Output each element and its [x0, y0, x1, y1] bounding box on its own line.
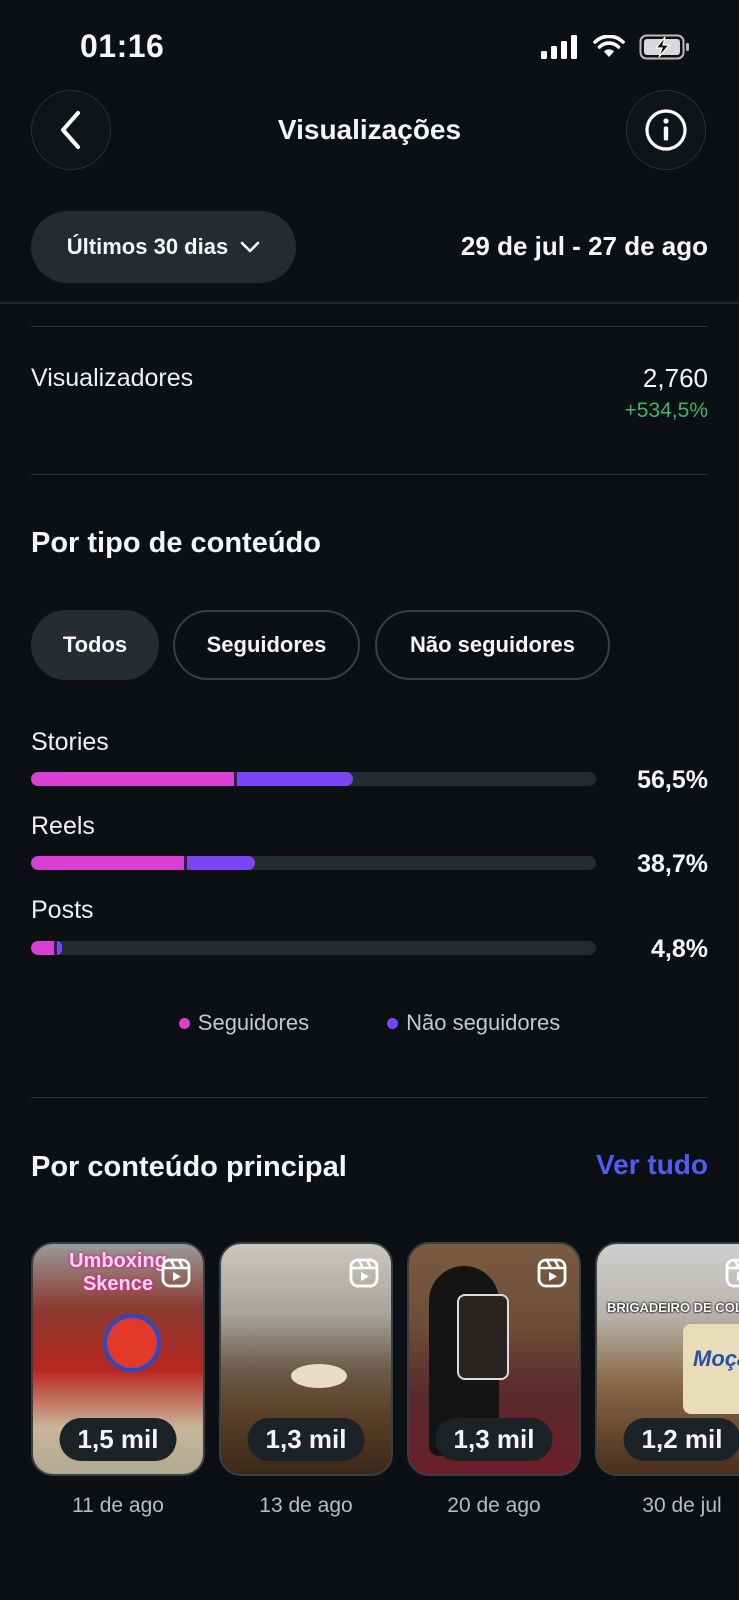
bar-segment-followers	[31, 941, 54, 955]
divider	[31, 474, 708, 475]
content-date: 30 de jul	[642, 1494, 722, 1517]
divider	[31, 1097, 708, 1098]
views-badge: 1,5 mil	[59, 1418, 177, 1461]
bar-label-posts: Posts	[31, 896, 94, 924]
bar-percent-posts: 4,8%	[651, 935, 708, 963]
bar-segment-followers	[31, 772, 234, 786]
header-divider	[0, 302, 739, 304]
bar-reels	[31, 856, 596, 870]
legend-label: Seguidores	[197, 1010, 310, 1035]
content-type-title: Por tipo de conteúdo	[31, 527, 321, 559]
legend: Seguidores Não seguidores	[0, 1010, 739, 1036]
see-all-link[interactable]: Ver tudo	[596, 1149, 708, 1181]
bar-segment-non-followers	[57, 941, 62, 955]
bar-segment-non-followers	[187, 856, 255, 870]
chip-todos[interactable]: Todos	[31, 610, 159, 680]
chip-seguidores[interactable]: Seguidores	[173, 610, 360, 680]
thumbnail-overlay-text-2: Moça	[693, 1346, 739, 1371]
content-date: 13 de ago	[259, 1494, 353, 1517]
legend-dot	[387, 1017, 399, 1029]
thumbnail-decoration	[103, 1314, 161, 1372]
thumbnail-overlay-text: BRIGADEIRO DE COLH	[607, 1300, 739, 1315]
viewers-change: +534,5%	[624, 399, 709, 422]
reel-icon	[725, 1258, 739, 1288]
info-button[interactable]	[626, 90, 706, 170]
chip-nao-seguidores[interactable]: Não seguidores	[375, 610, 610, 680]
date-range-text: 29 de jul - 27 de ago	[460, 231, 708, 261]
viewers-label: Visualizadores	[31, 364, 194, 392]
bar-percent-reels: 38,7%	[637, 850, 708, 878]
thumbnail-clip: BRIGADEIRO DE COLH Moça 1,2 mil	[595, 1242, 739, 1476]
bar-segment-non-followers	[237, 772, 353, 786]
date-clip: 30 de jul	[595, 1494, 739, 1524]
legend-label: Não seguidores	[406, 1010, 561, 1035]
reel-icon	[537, 1258, 567, 1288]
views-badge: 1,3 mil	[247, 1418, 365, 1461]
views-badge: 1,3 mil	[435, 1418, 553, 1461]
legend-item-non-followers: Não seguidores	[387, 1010, 560, 1036]
battery-charging-icon	[639, 34, 689, 60]
date-range-dropdown-label: Últimos 30 dias	[66, 234, 229, 259]
status-time: 01:16	[80, 28, 165, 64]
reel-icon	[161, 1258, 191, 1288]
date-range-dropdown[interactable]: Últimos 30 dias	[31, 211, 296, 283]
divider	[31, 326, 708, 327]
bar-label-reels: Reels	[31, 812, 95, 840]
content-thumbnail[interactable]: BRIGADEIRO DE COLH Moça 1,2 mil	[595, 1242, 739, 1476]
info-icon	[645, 109, 687, 151]
legend-dot	[178, 1017, 190, 1029]
chevron-down-icon	[240, 241, 260, 253]
status-icons	[541, 34, 691, 60]
bar-posts	[31, 941, 596, 955]
content-thumbnail[interactable]: 1,3 mil	[407, 1242, 581, 1476]
thumbnail-decoration	[291, 1364, 347, 1388]
legend-item-followers: Seguidores	[178, 1010, 310, 1036]
content-date: 11 de ago	[72, 1494, 164, 1517]
bar-label-stories: Stories	[31, 728, 109, 756]
viewers-value: 2,760	[642, 363, 708, 393]
content-thumbnail[interactable]: Umboxing Skence 1,5 mil	[31, 1242, 205, 1476]
reel-icon	[349, 1258, 379, 1288]
bar-segment-followers	[31, 856, 184, 870]
wifi-icon	[593, 35, 625, 57]
bar-stories	[31, 772, 596, 786]
top-content-title: Por conteúdo principal	[31, 1151, 347, 1183]
views-badge: 1,2 mil	[623, 1418, 739, 1461]
content-date: 20 de ago	[447, 1494, 541, 1517]
content-thumbnail[interactable]: 1,3 mil	[219, 1242, 393, 1476]
phone-shape	[457, 1294, 509, 1380]
bar-percent-stories: 56,5%	[637, 766, 708, 794]
signal-icon	[541, 35, 577, 59]
